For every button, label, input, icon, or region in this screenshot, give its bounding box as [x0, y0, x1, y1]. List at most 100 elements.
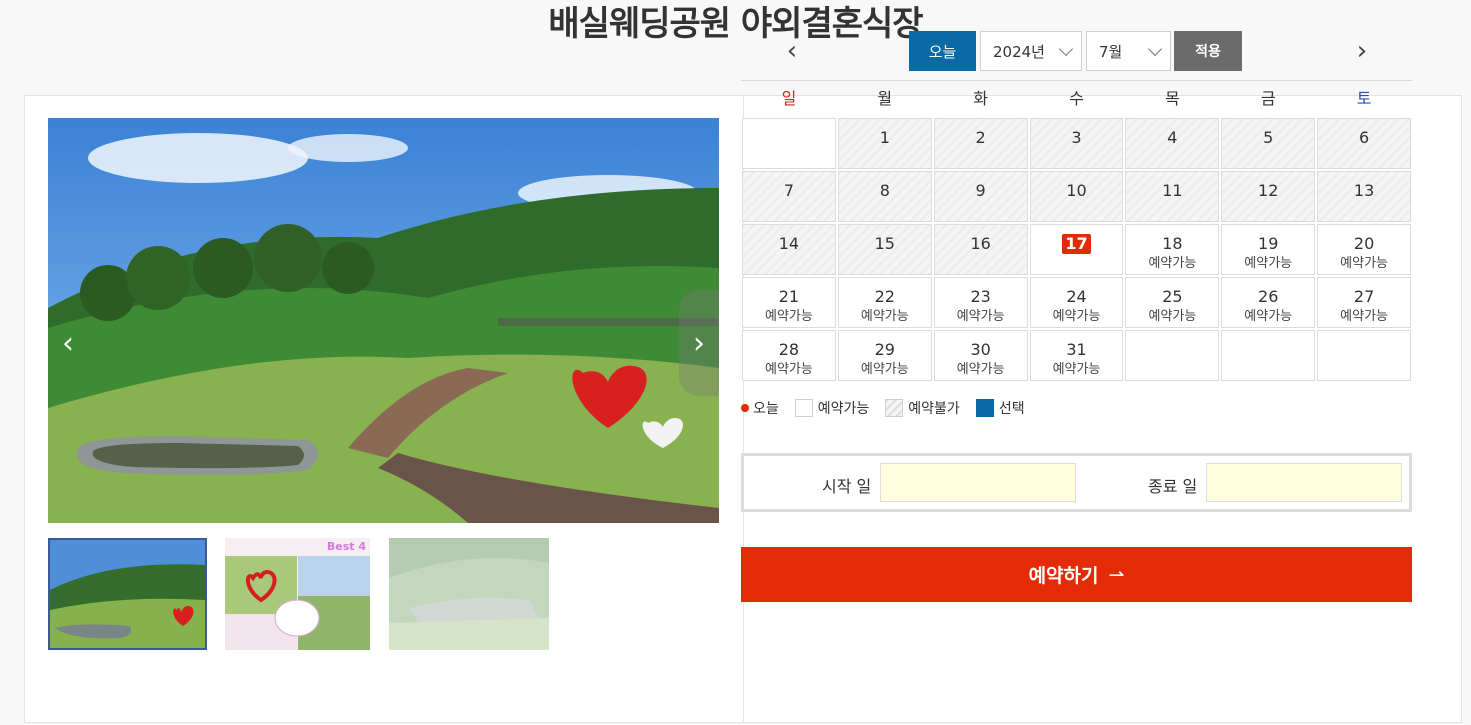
calendar-day-6: 6: [1317, 118, 1412, 169]
today-button[interactable]: 오늘: [909, 31, 976, 71]
prev-month-button[interactable]: ‹: [772, 31, 812, 71]
calendar-day-13: 13: [1317, 171, 1412, 222]
end-date-input[interactable]: [1206, 463, 1402, 502]
calendar-day-28[interactable]: 28 예약가능: [742, 330, 836, 381]
calendar-day-4: 4: [1125, 118, 1220, 169]
calendar-header: ‹ 오늘 2024년 7월 적용 ›: [742, 31, 1412, 71]
calendar-day-7: 7: [742, 171, 836, 222]
next-month-button[interactable]: ›: [1342, 31, 1382, 71]
legend-available-label: 예약가능: [817, 401, 870, 417]
calendar-day-number: 14: [778, 234, 800, 253]
calendar-day-18[interactable]: 18 예약가능: [1125, 224, 1220, 275]
calendar-day-29[interactable]: 29 예약가능: [837, 330, 932, 381]
weekday-row: 일 월 화 수 목 금 토: [741, 81, 1412, 117]
calendar-day-23[interactable]: 23 예약가능: [933, 277, 1028, 328]
calendar-day-number: 9: [975, 181, 986, 200]
weekday-wed: 수: [1069, 89, 1084, 108]
calendar-day-27[interactable]: 27 예약가능: [1317, 277, 1412, 328]
calendar-day-number: 5: [1263, 128, 1274, 147]
main-photo: ‹ ›: [48, 118, 719, 523]
start-date-input[interactable]: [880, 463, 1076, 502]
thumbnail-2-image: [225, 538, 370, 650]
calendar-day-number: 30: [970, 340, 991, 359]
calendar-day-empty: [742, 118, 836, 169]
today-dot-icon: [741, 404, 749, 412]
calendar-day-number: 13: [1353, 181, 1375, 200]
weekday-sat: 토: [1356, 89, 1372, 108]
calendar-day-number: 8: [879, 181, 890, 200]
calendar-day-22[interactable]: 22 예약가능: [837, 277, 932, 328]
date-range-box: 시작 일 종료 일: [741, 453, 1412, 512]
selected-swatch-icon: [975, 399, 994, 417]
calendar-day-status: 예약가능: [1052, 362, 1101, 377]
calendar-day-number: 4: [1167, 128, 1178, 147]
calendar-day-20[interactable]: 20 예약가능: [1317, 224, 1412, 275]
calendar-day-number: 10: [1066, 181, 1087, 200]
calendar-day-status: 예약가능: [1340, 256, 1388, 271]
calendar-day-15: 15: [837, 224, 932, 275]
calendar-day-5: 5: [1221, 118, 1316, 169]
calendar-day-1: 1: [837, 118, 932, 169]
calendar-day-11: 11: [1125, 171, 1220, 222]
calendar-day-31[interactable]: 31 예약가능: [1029, 330, 1124, 381]
calendar-day-30[interactable]: 30 예약가능: [933, 330, 1028, 381]
calendar-day-number: 20: [1353, 234, 1375, 253]
calendar-legend: 오늘 예약가능 예약불가 선택: [741, 398, 1041, 418]
calendar-day-number: 17: [1062, 234, 1091, 254]
chevron-down-icon: [1058, 41, 1074, 57]
thumbnail-2[interactable]: Best 4: [225, 538, 370, 650]
calendar-day-number: 29: [874, 340, 895, 359]
apply-button[interactable]: 적용: [1174, 31, 1242, 71]
year-select[interactable]: 2024년: [980, 31, 1082, 71]
calendar-week-row: 28 예약가능 29 예약가능 30 예약가능 31 예약가능: [741, 329, 1412, 382]
weekday-tue: 화: [973, 89, 989, 108]
calendar-day-26[interactable]: 26 예약가능: [1221, 277, 1316, 328]
calendar-day-24[interactable]: 24 예약가능: [1029, 277, 1124, 328]
arrow-right-icon: ⇀: [1108, 563, 1125, 586]
calendar-day-14: 14: [742, 224, 836, 275]
legend-available: 예약가능: [794, 398, 870, 418]
calendar-day-number: 28: [778, 340, 800, 359]
calendar-day-status: 예약가능: [860, 309, 909, 324]
calendar-day-status: 예약가능: [1244, 309, 1293, 324]
calendar-day-3: 3: [1029, 118, 1124, 169]
year-select-value: 2024년: [993, 42, 1045, 61]
reserve-button-label: 예약하기: [1028, 565, 1099, 587]
calendar-day-status: 예약가능: [1244, 256, 1293, 271]
start-date-label: 시작 일: [822, 477, 872, 496]
calendar-day-19[interactable]: 19 예약가능: [1221, 224, 1316, 275]
calendar-day-9: 9: [933, 171, 1028, 222]
calendar-day-number: 25: [1162, 287, 1183, 306]
thumbnail-1[interactable]: [48, 538, 207, 650]
reserve-button[interactable]: 예약하기 ⇀: [741, 547, 1412, 602]
weekday-sun: 일: [781, 89, 797, 108]
calendar-day-status: 예약가능: [860, 362, 909, 377]
calendar-day-status: 예약가능: [765, 309, 813, 324]
calendar-day-16: 16: [933, 224, 1028, 275]
legend-today-label: 오늘: [753, 401, 779, 417]
legend-today: 오늘: [741, 398, 779, 418]
calendar-week-row: 1 2 3 4 5 6: [741, 117, 1412, 170]
photo-prev-button[interactable]: ‹: [48, 290, 88, 396]
calendar-day-8: 8: [837, 171, 932, 222]
thumbnail-1-image: [50, 540, 205, 648]
calendar-day-empty: [1317, 330, 1412, 381]
calendar-day-status: 예약가능: [956, 309, 1005, 324]
photo-next-button[interactable]: ›: [679, 290, 719, 396]
calendar-day-number: 31: [1066, 340, 1087, 359]
month-select[interactable]: 7월: [1086, 31, 1171, 71]
thumbnail-best-label: Best 4: [326, 540, 366, 553]
calendar-day-10: 10: [1029, 171, 1124, 222]
calendar-day-number: 23: [970, 287, 991, 306]
calendar-day-21[interactable]: 21 예약가능: [742, 277, 836, 328]
calendar-day-number: 27: [1353, 287, 1375, 306]
weekday-thu: 목: [1165, 89, 1180, 108]
calendar-day-status: 예약가능: [956, 362, 1005, 377]
calendar-day-number: 26: [1258, 287, 1279, 306]
calendar-day-number: 24: [1066, 287, 1087, 306]
unavailable-swatch-icon: [885, 399, 904, 417]
calendar-day-number: 21: [778, 287, 800, 306]
thumbnail-3[interactable]: [389, 538, 549, 650]
calendar-day-25[interactable]: 25 예약가능: [1125, 277, 1220, 328]
calendar-day-number: 1: [879, 128, 890, 147]
